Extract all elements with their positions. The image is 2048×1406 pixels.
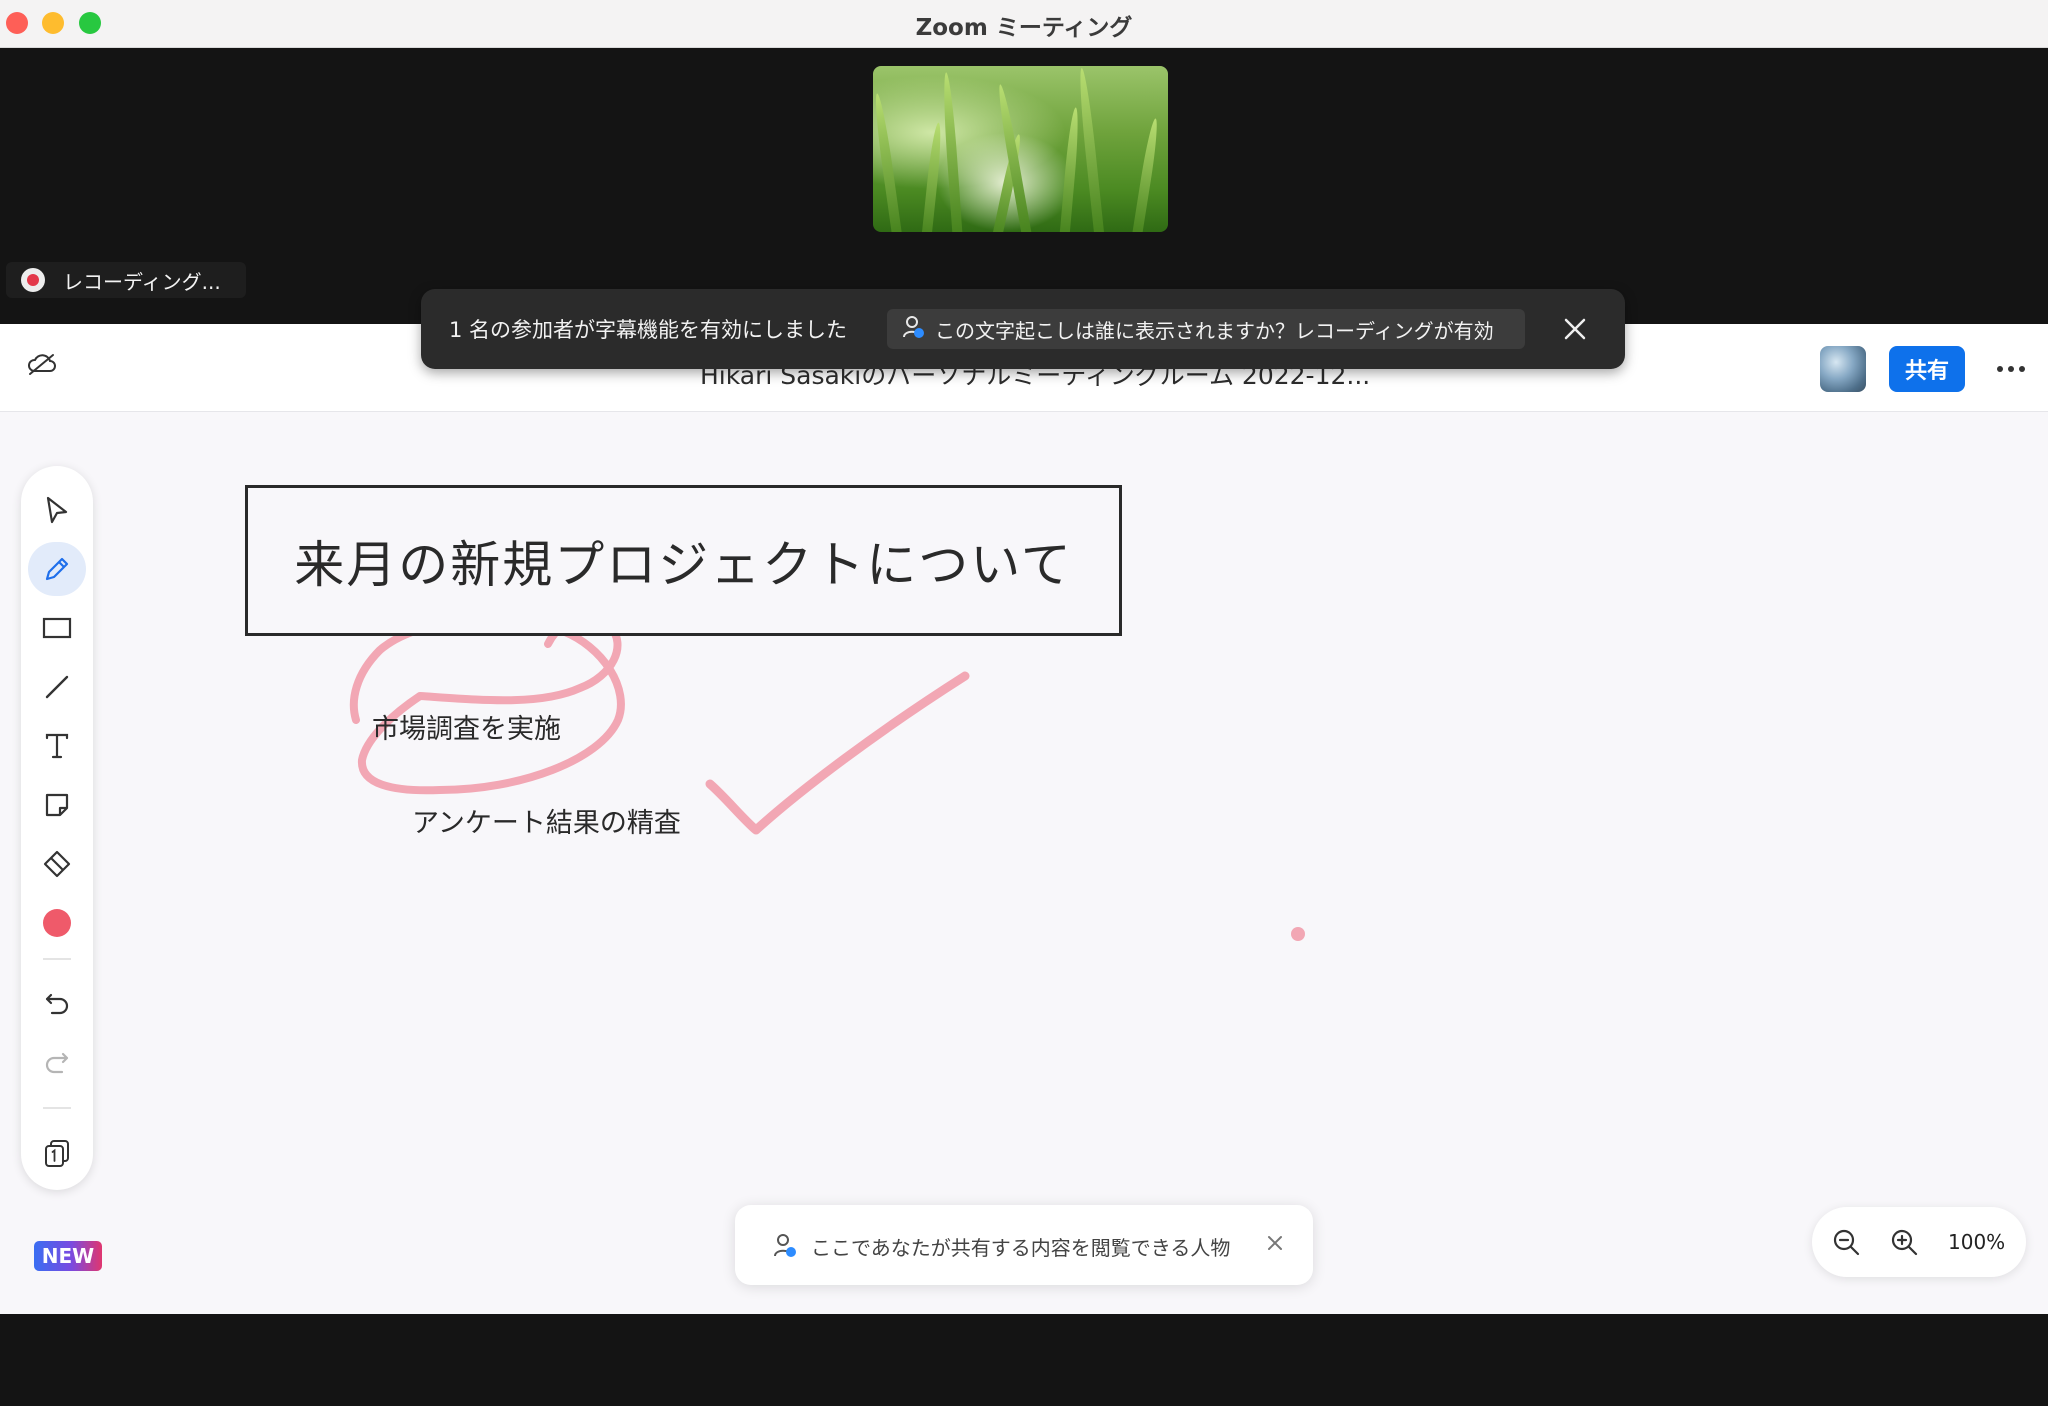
ink-dot bbox=[1291, 927, 1305, 941]
line-tool-button[interactable] bbox=[28, 660, 86, 714]
person-icon bbox=[773, 1233, 797, 1263]
eraser-icon bbox=[43, 850, 71, 878]
rectangle-tool-button[interactable] bbox=[28, 601, 86, 655]
ink-layer bbox=[349, 613, 1305, 941]
zoom-out-icon bbox=[1833, 1229, 1860, 1256]
zoom-controls: 100% bbox=[1812, 1207, 2026, 1277]
bottom-bar bbox=[0, 1314, 2048, 1406]
eraser-tool-button[interactable] bbox=[28, 837, 86, 891]
caption-close-button[interactable] bbox=[1557, 311, 1593, 347]
caption-message: 1 名の参加者が字幕機能を有効にしました bbox=[449, 318, 848, 342]
sticky-note-icon bbox=[45, 793, 69, 817]
toolbar-divider bbox=[43, 1107, 71, 1109]
text-icon bbox=[45, 733, 69, 759]
share-visibility-notice[interactable]: ここであなたが共有する内容を閲覧できる人物 bbox=[735, 1205, 1313, 1285]
select-icon bbox=[46, 496, 68, 524]
caption-notification: 1 名の参加者が字幕機能を有効にしました この文字起こしは誰に表示されますか？レ… bbox=[421, 289, 1625, 369]
rectangle-icon bbox=[42, 617, 72, 639]
close-icon bbox=[1564, 318, 1586, 340]
close-icon bbox=[1268, 1236, 1282, 1250]
current-color-swatch bbox=[43, 909, 71, 937]
zoom-out-button[interactable] bbox=[1828, 1224, 1864, 1260]
sticky-note-tool-button[interactable] bbox=[28, 778, 86, 832]
share-notice-close-button[interactable] bbox=[1262, 1230, 1288, 1256]
redo-icon bbox=[45, 1052, 69, 1074]
text-tool-button[interactable] bbox=[28, 719, 86, 773]
zoom-in-icon bbox=[1891, 1229, 1918, 1256]
select-tool-button[interactable] bbox=[28, 483, 86, 537]
color-picker-button[interactable] bbox=[28, 896, 86, 950]
pages-icon bbox=[45, 1140, 69, 1167]
undo-icon bbox=[45, 993, 69, 1015]
share-notice-text: ここであなたが共有する内容を閲覧できる人物 bbox=[811, 1236, 1231, 1260]
transcript-visibility-link[interactable]: この文字起こしは誰に表示されますか？レコーディングが有効 bbox=[887, 309, 1525, 349]
pen-icon bbox=[45, 557, 69, 581]
canvas-text-item[interactable]: 市場調査を実施 bbox=[372, 707, 561, 746]
whiteboard-toolbar bbox=[21, 466, 93, 1190]
redo-button[interactable] bbox=[28, 1035, 86, 1089]
zoom-level[interactable]: 100% bbox=[1948, 1230, 2005, 1254]
line-icon bbox=[45, 675, 69, 699]
transcript-visibility-text: この文字起こしは誰に表示されますか？レコーディングが有効 bbox=[935, 318, 1494, 343]
undo-button[interactable] bbox=[28, 976, 86, 1030]
ink-checkmark-stroke bbox=[705, 671, 970, 835]
person-icon bbox=[903, 315, 925, 343]
toolbar-divider bbox=[43, 958, 71, 960]
heading-text: 来月の新規プロジェクトについて bbox=[294, 535, 1073, 594]
zoom-in-button[interactable] bbox=[1886, 1224, 1922, 1260]
pages-button[interactable] bbox=[28, 1126, 86, 1180]
heading-box[interactable]: 来月の新規プロジェクトについて bbox=[245, 485, 1122, 636]
new-badge[interactable]: NEW bbox=[34, 1241, 102, 1271]
ink-circle-stroke bbox=[349, 613, 625, 795]
pen-tool-button[interactable] bbox=[28, 542, 86, 596]
canvas-text-item[interactable]: アンケート結果の精査 bbox=[412, 801, 681, 840]
